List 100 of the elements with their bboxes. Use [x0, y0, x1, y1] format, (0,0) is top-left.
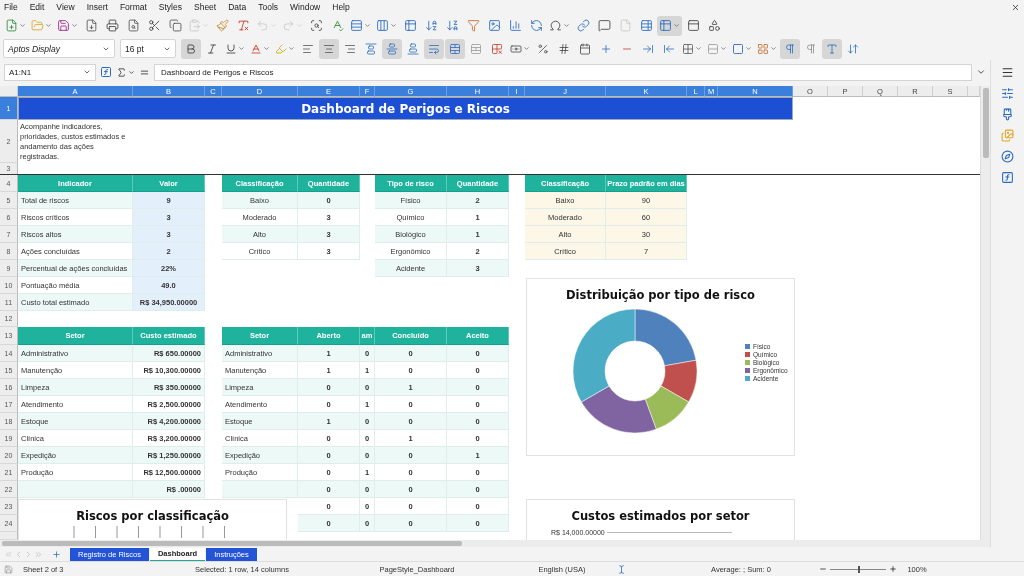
menu-button[interactable] [1001, 66, 1014, 79]
add-sheet-button[interactable] [52, 549, 61, 559]
wrap-text-icon [428, 42, 440, 55]
caret-icon [288, 45, 295, 52]
align-center-button[interactable] [319, 38, 339, 59]
borders-icon [682, 42, 694, 55]
chart-title: Distribuição por tipo de risco [566, 288, 755, 302]
function-wizard-button[interactable] [100, 66, 112, 78]
paintbrush-icon [1001, 108, 1014, 121]
menu-item[interactable]: Sheet [194, 2, 217, 12]
underline-icon [225, 42, 237, 55]
vertical-scrollbar[interactable] [980, 86, 990, 540]
caret-icon [695, 45, 702, 52]
caret-icon [364, 22, 371, 29]
caret-icon [563, 22, 570, 29]
currency-format-icon [510, 42, 522, 55]
percent-format-icon [537, 42, 549, 55]
merge-cells-button[interactable] [445, 38, 465, 59]
highlight-icon [275, 42, 287, 55]
split-cells-icon [491, 42, 503, 55]
formula-input[interactable]: Dashboard de Perigos e Riscos [154, 63, 972, 81]
scrollbar-thumb[interactable] [2, 541, 462, 546]
caret-icon [523, 45, 530, 52]
border-color-icon [732, 42, 744, 55]
horizontal-scrollbar[interactable] [0, 540, 990, 547]
legend-marker [745, 376, 750, 381]
properties-button[interactable] [1001, 87, 1014, 100]
legend-marker [745, 360, 750, 365]
text-direction-icon [826, 42, 838, 55]
sigma-icon [116, 66, 127, 78]
menu-item[interactable]: Edit [29, 2, 45, 12]
chevron-right-icon [24, 549, 33, 559]
font-name-field[interactable]: Aptos Display [3, 39, 115, 58]
font-color-icon [250, 42, 262, 55]
caret-icon [390, 22, 397, 29]
menu-item[interactable]: Insert [86, 2, 108, 12]
close-button[interactable] [1010, 2, 1020, 12]
scrollbar-thumb[interactable] [983, 88, 989, 158]
border-style-icon [707, 42, 719, 55]
expand-formula-button[interactable] [976, 67, 986, 77]
functions-button[interactable] [1001, 171, 1014, 184]
caret-icon [745, 45, 752, 52]
menu-item[interactable]: View [56, 2, 75, 12]
legend-marker [745, 368, 750, 373]
menu-item[interactable]: Window [290, 2, 321, 12]
vertical-text-icon [847, 42, 859, 55]
text-cursor-icon [617, 564, 626, 574]
bold-button[interactable] [181, 38, 201, 59]
double-chevron-right-icon [34, 549, 43, 559]
wrap-text-button[interactable] [424, 38, 444, 59]
freeze-rows-button[interactable] [657, 15, 682, 36]
font-size-field[interactable]: 16 pt [120, 39, 176, 58]
menu-item[interactable]: Tools [258, 2, 278, 12]
menu-item[interactable]: Styles [158, 2, 182, 12]
outdent-icon [663, 42, 675, 55]
caret-icon [263, 45, 270, 52]
sum-button[interactable] [116, 66, 135, 78]
row-header[interactable] [0, 532, 18, 540]
zoom-in-button[interactable] [889, 565, 897, 573]
images-icon [1001, 129, 1014, 142]
chart-title: Riscos por classificação [76, 509, 229, 523]
menu-item[interactable]: Help [332, 2, 350, 12]
chevron-left-icon [14, 549, 23, 559]
align-right-icon [344, 42, 356, 55]
function-icon [1001, 171, 1014, 184]
navigator-button[interactable] [1001, 150, 1014, 163]
column-header[interactable] [968, 86, 980, 97]
date-format-icon [579, 42, 591, 55]
right-to-left-icon [805, 42, 817, 55]
conditional-format-icon [757, 42, 769, 55]
close-icon [1010, 2, 1020, 12]
menu-item[interactable]: Data [228, 2, 247, 12]
left-to-right-button[interactable] [780, 38, 800, 59]
minus-icon [819, 565, 827, 573]
align-middle-button[interactable] [382, 38, 402, 59]
name-box[interactable]: A1:N1 [4, 63, 96, 81]
select-all-corner[interactable] [0, 86, 18, 97]
menu-icon [1001, 66, 1014, 79]
gallery-button[interactable] [1001, 129, 1014, 142]
italic-icon [206, 42, 218, 55]
chart-title: Custos estimados por setor [571, 509, 750, 523]
menu-item[interactable]: File [4, 2, 18, 12]
plus-icon [52, 549, 61, 559]
caret-icon [976, 67, 986, 77]
plus-icon [889, 565, 897, 573]
left-to-right-icon [784, 42, 796, 55]
caret-icon [45, 22, 52, 29]
caret-icon [238, 45, 245, 52]
add-decimal-icon [600, 42, 612, 55]
merge-cells-icon [449, 42, 461, 55]
caret-icon [720, 45, 727, 52]
caret-icon [128, 68, 135, 76]
align-center-icon [323, 42, 335, 55]
styles-button[interactable] [1001, 108, 1014, 121]
text-direction-button[interactable] [822, 38, 842, 59]
legend-marker [745, 352, 750, 357]
align-left-icon [302, 42, 314, 55]
number-format-icon [558, 42, 570, 55]
menu-item[interactable]: Format [119, 2, 147, 12]
zoom-out-button[interactable] [819, 565, 827, 573]
